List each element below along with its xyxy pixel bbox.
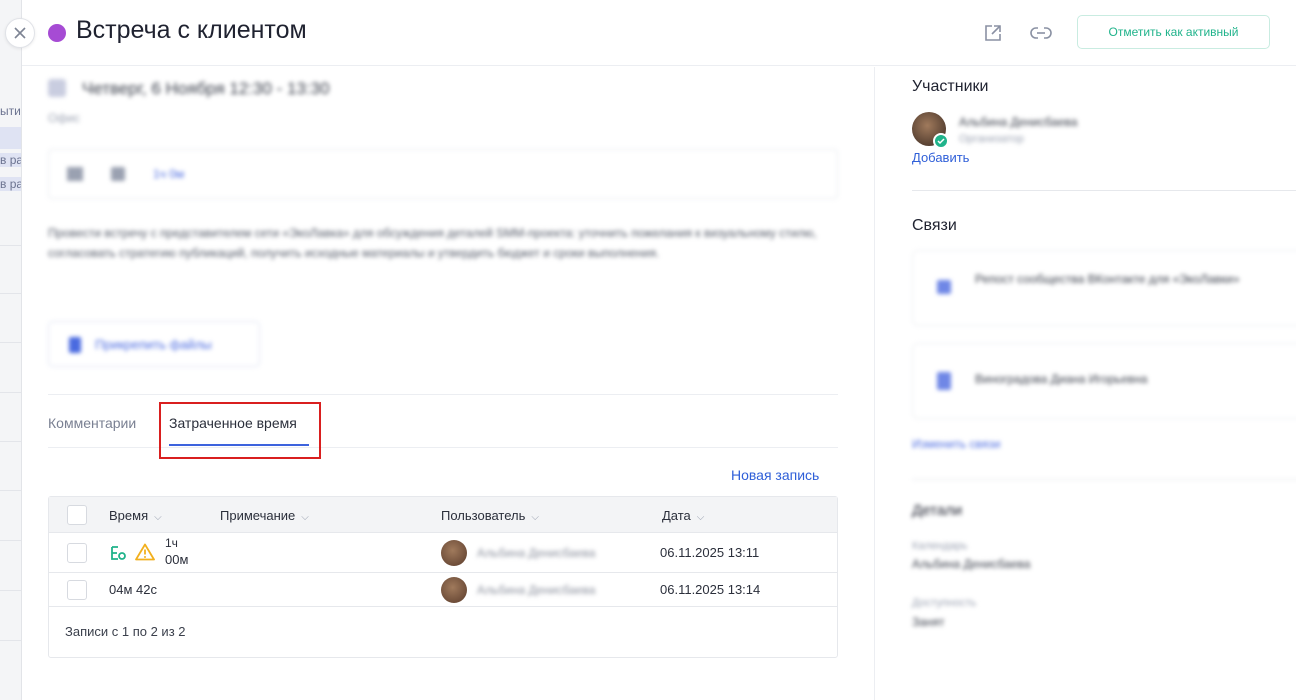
event-meeting-bar: 1ч 0м — [48, 149, 838, 199]
background-row: в ра — [0, 153, 22, 167]
entry-date: 06.11.2025 13:14 — [660, 582, 761, 597]
link-card[interactable]: Репост сообщества ВКонтакте для «ЭкоЛавк… — [912, 250, 1296, 326]
event-main-content: Четверг, 6 Ноября 12:30 - 13:30 Офис 1ч … — [22, 67, 874, 700]
background-divider — [0, 392, 21, 393]
background-divider — [0, 441, 21, 442]
attach-files-button[interactable]: Прикрепить файлы — [48, 321, 260, 367]
background-list: ыти в ра в ра — [0, 0, 22, 700]
background-row-highlight — [0, 127, 21, 149]
entry-date: 06.11.2025 13:11 — [660, 545, 760, 560]
new-entry-link[interactable]: Новая запись — [731, 467, 819, 483]
task-icon — [937, 280, 951, 294]
time-value-hours: 1ч — [165, 536, 178, 550]
attach-files-label: Прикрепить файлы — [95, 337, 212, 352]
links-title: Связи — [912, 217, 957, 234]
time-value-minutes: 00м — [165, 552, 189, 567]
background-row: ыти — [0, 104, 21, 118]
table-row[interactable]: 1ч 00м Альбина Денисбаева 06.11.2025 13:… — [49, 533, 837, 573]
chevron-down-icon: ⌵ — [531, 512, 539, 523]
background-divider — [0, 640, 21, 641]
background-divider — [0, 540, 21, 541]
link-icon[interactable] — [1028, 20, 1054, 46]
select-all-checkbox[interactable] — [67, 505, 87, 525]
background-divider — [0, 490, 21, 491]
status-dot — [48, 24, 66, 42]
column-header-time-label: Время — [109, 508, 149, 523]
availability-value: Занят — [912, 615, 945, 629]
close-panel-button[interactable] — [5, 18, 35, 48]
background-divider — [0, 342, 21, 343]
background-divider — [0, 590, 21, 591]
column-header-user-label: Пользователь — [441, 508, 526, 523]
contact-icon — [937, 372, 951, 390]
warning-icon — [135, 543, 155, 561]
event-side-panel: Встреча с клиентом Отметить как активный… — [22, 0, 1296, 700]
column-header-date[interactable]: Дата ⌵ — [662, 508, 704, 523]
avatar — [441, 577, 467, 603]
time-value: 04м 42с — [109, 582, 157, 597]
calendar-value: Альбина Денисбаева — [912, 557, 1031, 571]
column-header-user[interactable]: Пользователь ⌵ — [441, 508, 539, 523]
event-sidebar: Участники Альбина Денисбаева Организатор… — [874, 67, 1296, 700]
link-title: Виноградова Диана Игорьевна — [975, 372, 1148, 386]
calendar-label: Календарь — [912, 540, 968, 552]
event-location: Офис — [48, 111, 80, 125]
chevron-down-icon: ⌵ — [301, 512, 309, 523]
highlight-box — [159, 402, 321, 459]
participant-name: Альбина Денисбаева — [959, 115, 1078, 129]
user-name: Альбина Денисбаева — [477, 546, 596, 560]
billable-icon — [109, 544, 127, 562]
chevron-down-icon: ⌵ — [154, 512, 162, 523]
column-header-note-label: Примечание — [220, 508, 296, 523]
participant-role: Организатор — [959, 133, 1024, 145]
table-header: Время ⌵ Примечание ⌵ Пользователь ⌵ Дата ⌵ — [49, 497, 837, 533]
phone-icon — [111, 167, 125, 181]
background-divider — [0, 293, 21, 294]
column-header-date-label: Дата — [662, 508, 691, 523]
video-icon — [67, 167, 83, 181]
mark-active-button[interactable]: Отметить как активный — [1077, 15, 1270, 49]
chevron-down-icon: ⌵ — [696, 512, 705, 523]
time-table: Время ⌵ Примечание ⌵ Пользователь ⌵ Дата ⌵ 1… — [48, 496, 838, 658]
event-datetime: Четверг, 6 Ноября 12:30 - 13:30 — [82, 79, 330, 98]
availability-label: Доступность — [912, 597, 977, 609]
tab-comments[interactable]: Комментарии — [48, 415, 136, 431]
external-link-icon[interactable] — [980, 20, 1006, 46]
section-divider — [912, 190, 1296, 191]
pagination-info: Записи с 1 по 2 из 2 — [65, 624, 186, 639]
details-title: Детали — [912, 502, 963, 519]
close-icon — [14, 27, 26, 39]
add-participant-link[interactable]: Добавить — [912, 150, 969, 165]
row-checkbox[interactable] — [67, 580, 87, 600]
user-name: Альбина Денисбаева — [477, 583, 596, 597]
link-title: Репост сообщества ВКонтакте для «ЭкоЛавк… — [975, 272, 1240, 286]
row-checkbox[interactable] — [67, 543, 87, 563]
participants-title: Участники — [912, 78, 989, 95]
column-header-time[interactable]: Время ⌵ — [109, 508, 162, 523]
background-divider — [0, 245, 21, 246]
column-header-note[interactable]: Примечание ⌵ — [220, 508, 309, 523]
page-title: Встреча с клиентом — [76, 16, 307, 44]
change-links-link[interactable]: Изменить связи — [912, 437, 1000, 451]
section-divider — [912, 479, 1296, 480]
meeting-duration: 1ч 0м — [153, 167, 185, 181]
link-card[interactable]: Виноградова Диана Игорьевна — [912, 343, 1296, 419]
avatar — [441, 540, 467, 566]
file-icon — [69, 337, 81, 353]
panel-header: Встреча с клиентом Отметить как активный — [22, 0, 1296, 66]
background-row: в ра — [0, 177, 22, 191]
table-row[interactable]: 04м 42с Альбина Денисбаева 06.11.2025 13… — [49, 573, 837, 607]
event-description: Провести встречу с представителем сети «… — [48, 226, 817, 260]
calendar-icon — [48, 79, 66, 97]
check-icon — [933, 133, 949, 149]
